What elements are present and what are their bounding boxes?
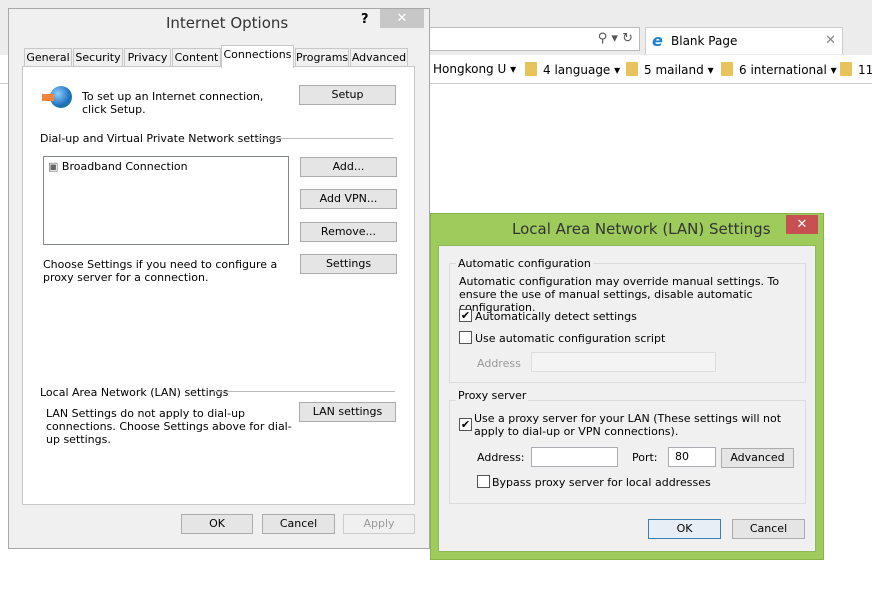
favorite-item[interactable]: 4 language ▾ xyxy=(525,62,620,77)
folder-icon xyxy=(721,62,733,76)
tab-security[interactable]: Security xyxy=(73,48,123,67)
favorite-item[interactable]: 6 international ▾ xyxy=(721,62,837,77)
port-label: Port: xyxy=(632,451,658,464)
tab-content[interactable]: Content xyxy=(172,48,221,67)
auto-detect-label: Automatically detect settings xyxy=(475,310,637,323)
tab-programs[interactable]: Programs xyxy=(295,48,349,67)
divider xyxy=(211,391,395,392)
lan-cancel-button[interactable]: Cancel xyxy=(732,519,805,539)
auto-script-checkbox[interactable] xyxy=(459,331,472,344)
script-address-label: Address xyxy=(477,357,521,370)
auto-script-label: Use automatic configuration script xyxy=(475,332,666,345)
divider xyxy=(255,138,393,139)
dialog-title: Internet Options xyxy=(166,14,289,32)
tab-title: Blank Page xyxy=(671,34,738,48)
favorite-item[interactable]: Hongkong U ▾ xyxy=(433,62,516,76)
search-refresh-icons[interactable]: ⚲ ▾ ↻ xyxy=(598,31,633,46)
use-proxy-checkbox[interactable]: ✔ xyxy=(459,418,472,431)
bypass-label: Bypass proxy server for local addresses xyxy=(492,476,711,489)
ok-button[interactable]: OK xyxy=(181,514,253,534)
ie-icon: e xyxy=(652,31,663,50)
apply-button[interactable]: Apply xyxy=(343,514,415,534)
proxy-address-label: Address: xyxy=(477,451,525,464)
lan-text: LAN Settings do not apply to dial-up con… xyxy=(46,407,292,446)
automatic-configuration-label: Automatic configuration xyxy=(456,257,593,270)
cancel-button[interactable]: Cancel xyxy=(262,514,335,534)
address-bar[interactable]: ⚲ ▾ ↻ xyxy=(420,27,640,51)
port-input[interactable]: 80 xyxy=(668,447,716,467)
folder-icon xyxy=(840,62,852,76)
settings-button[interactable]: Settings xyxy=(300,254,397,274)
close-button[interactable]: ✕ xyxy=(380,9,424,28)
lan-settings-button[interactable]: LAN settings xyxy=(299,402,396,422)
favorite-item[interactable]: 11 xyxy=(840,62,872,77)
advanced-button[interactable]: Advanced xyxy=(721,448,794,468)
add-vpn-button[interactable]: Add VPN... xyxy=(300,189,397,209)
lan-section-header: Local Area Network (LAN) settings xyxy=(40,386,229,399)
use-proxy-label: Use a proxy server for your LAN (These s… xyxy=(474,412,782,438)
proxy-server-label: Proxy server xyxy=(456,389,529,402)
tab-connections[interactable]: Connections xyxy=(221,45,294,68)
list-item[interactable]: ▣ Broadband Connection xyxy=(48,160,188,173)
setup-text: To set up an Internet connection, click … xyxy=(82,90,264,116)
script-address-input[interactable] xyxy=(531,352,716,372)
proxy-address-input[interactable] xyxy=(531,447,618,467)
automatic-configuration-text: Automatic configuration may override man… xyxy=(459,275,780,314)
help-button[interactable]: ? xyxy=(361,12,369,27)
setup-button[interactable]: Setup xyxy=(299,85,396,105)
lan-close-button[interactable]: ✕ xyxy=(786,215,818,234)
tab-general[interactable]: General xyxy=(24,48,72,67)
folder-icon xyxy=(626,62,638,76)
broadband-icon: ▣ xyxy=(48,160,59,173)
tab-privacy[interactable]: Privacy xyxy=(124,48,171,67)
globe-connection-icon xyxy=(42,86,72,112)
auto-detect-checkbox[interactable]: ✔ xyxy=(459,309,472,322)
tab-advanced[interactable]: Advanced xyxy=(350,48,408,67)
browser-tab[interactable]: e Blank Page ✕ xyxy=(645,27,843,54)
folder-icon xyxy=(525,62,537,76)
favorite-item[interactable]: 5 mailand ▾ xyxy=(626,62,714,77)
lan-dialog-title: Local Area Network (LAN) Settings xyxy=(512,220,771,238)
lan-ok-button[interactable]: OK xyxy=(648,519,721,539)
add-button[interactable]: Add... xyxy=(300,157,397,177)
remove-button[interactable]: Remove... xyxy=(300,222,397,242)
connections-list[interactable]: ▣ Broadband Connection xyxy=(43,156,289,245)
settings-text: Choose Settings if you need to configure… xyxy=(43,258,278,284)
close-tab-icon[interactable]: ✕ xyxy=(825,33,836,48)
dialup-section-header: Dial-up and Virtual Private Network sett… xyxy=(40,132,282,145)
bypass-checkbox[interactable] xyxy=(477,475,490,488)
